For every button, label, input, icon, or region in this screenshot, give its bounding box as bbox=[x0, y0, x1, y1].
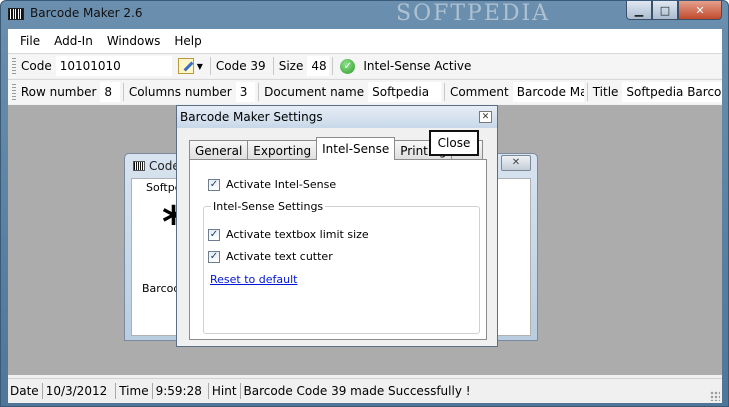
window-controls: ▁ □ ✕ bbox=[626, 1, 722, 20]
tab-general[interactable]: General bbox=[189, 140, 249, 160]
tab-exporting[interactable]: Exporting bbox=[247, 140, 318, 160]
separator bbox=[258, 83, 260, 101]
separator bbox=[151, 383, 153, 399]
menu-file[interactable]: File bbox=[13, 34, 47, 48]
separator bbox=[239, 383, 241, 399]
close-icon: ✕ bbox=[481, 112, 490, 122]
window-title: Barcode Maker 2.6 bbox=[30, 6, 143, 20]
size-label: Size bbox=[278, 59, 304, 73]
resize-grip-icon[interactable] bbox=[710, 391, 720, 401]
separator bbox=[207, 383, 209, 399]
title-input[interactable]: Softpedia Barcode bbox=[622, 82, 723, 102]
size-input[interactable]: 48 bbox=[307, 56, 330, 76]
separator bbox=[41, 383, 43, 399]
close-button[interactable]: Close bbox=[429, 130, 479, 156]
dialog-title-bar[interactable]: Barcode Maker Settings ✕ bbox=[177, 106, 497, 128]
activate-intel-sense-row[interactable]: ✓ Activate Intel-Sense bbox=[208, 178, 336, 191]
dialog-close-x[interactable]: ✕ bbox=[479, 111, 492, 123]
close-icon: ✕ bbox=[695, 3, 705, 17]
minimize-button[interactable]: ▁ bbox=[626, 1, 652, 20]
separator bbox=[272, 57, 274, 75]
separator bbox=[209, 57, 211, 75]
child-close-button[interactable]: ✕ bbox=[501, 155, 531, 171]
check-circle-icon: ✓ bbox=[340, 58, 356, 74]
comment-input[interactable]: Barcode Mak bbox=[512, 82, 584, 102]
minimize-icon: ▁ bbox=[634, 3, 644, 17]
intel-sense-status: Intel-Sense Active bbox=[363, 59, 472, 73]
separator bbox=[115, 383, 117, 399]
status-hint-label: Hint bbox=[211, 384, 237, 398]
chevron-down-icon[interactable]: ▼ bbox=[197, 62, 203, 71]
menu-windows[interactable]: Windows bbox=[100, 34, 168, 48]
toolbar-grip[interactable] bbox=[12, 83, 16, 101]
row-number-label: Row number bbox=[20, 85, 97, 99]
barcode-type[interactable]: Code 39 bbox=[214, 59, 270, 73]
dialog-title: Barcode Maker Settings bbox=[180, 110, 323, 124]
intel-sense-settings-group: Intel-Sense Settings bbox=[203, 200, 480, 334]
code-label: Code bbox=[21, 59, 52, 73]
edit-icon[interactable] bbox=[177, 58, 194, 74]
child-window-title: Code bbox=[133, 159, 180, 173]
barcode-doc-icon bbox=[133, 161, 145, 171]
row-number-input[interactable]: 8 bbox=[100, 82, 120, 102]
text-cutter-label: Activate text cutter bbox=[226, 250, 333, 263]
limit-size-row[interactable]: ✓ Activate textbox limit size bbox=[208, 228, 369, 241]
menu-bar: File Add-In Windows Help bbox=[8, 29, 722, 53]
separator bbox=[332, 57, 334, 75]
activate-intel-sense-checkbox[interactable]: ✓ bbox=[208, 178, 220, 191]
menu-help[interactable]: Help bbox=[167, 34, 208, 48]
document-toolbar: Row number 8 Columns number 3 Document n… bbox=[8, 79, 723, 104]
watermark: SOFTPEDIA bbox=[396, 1, 551, 26]
separator bbox=[444, 83, 445, 101]
code-input[interactable]: 10101010 bbox=[55, 56, 172, 76]
intel-sense-settings-title: Intel-Sense Settings bbox=[211, 200, 326, 213]
limit-size-checkbox[interactable]: ✓ bbox=[208, 228, 220, 241]
text-cutter-checkbox[interactable]: ✓ bbox=[208, 250, 220, 263]
status-bar: Date 10/3/2012 Time 9:59:28 Hint Barcode… bbox=[8, 378, 722, 403]
reset-to-default-link[interactable]: Reset to default bbox=[210, 273, 297, 286]
toolbar-grip[interactable] bbox=[12, 57, 16, 75]
tab-intel-sense[interactable]: Intel-Sense bbox=[316, 137, 396, 160]
maximize-icon: □ bbox=[659, 3, 671, 17]
columns-number-input[interactable]: 3 bbox=[235, 82, 256, 102]
activate-intel-sense-label: Activate Intel-Sense bbox=[226, 178, 337, 191]
title-label: Title bbox=[592, 85, 619, 99]
code-toolbar: Code 10101010 ▼ Code 39 Size 48 ✓ Intel-… bbox=[8, 53, 722, 78]
comment-label: Comment bbox=[449, 85, 509, 99]
barcode-app-icon bbox=[8, 8, 24, 20]
text-cutter-row[interactable]: ✓ Activate text cutter bbox=[208, 250, 333, 263]
title-bar[interactable]: Barcode Maker 2.6 SOFTPEDIA ▁ □ ✕ bbox=[1, 1, 728, 28]
status-date-value: 10/3/2012 bbox=[45, 384, 108, 398]
close-window-button[interactable]: ✕ bbox=[678, 1, 722, 20]
intel-sense-panel: ✓ Activate Intel-Sense Intel-Sense Setti… bbox=[189, 159, 487, 340]
document-name-input[interactable]: Softpedia bbox=[368, 82, 441, 102]
columns-number-label: Columns number bbox=[128, 85, 232, 99]
menu-add-in[interactable]: Add-In bbox=[47, 34, 100, 48]
status-time-label: Time bbox=[119, 384, 149, 398]
close-icon: ✕ bbox=[511, 157, 521, 168]
settings-dialog: Barcode Maker Settings ✕ General Exporti… bbox=[176, 105, 498, 347]
maximize-button[interactable]: □ bbox=[652, 1, 678, 20]
status-date-label: Date bbox=[10, 384, 39, 398]
separator bbox=[586, 83, 588, 101]
document-name-label: Document name bbox=[264, 85, 365, 99]
limit-size-label: Activate textbox limit size bbox=[226, 228, 369, 241]
main-window: Barcode Maker 2.6 SOFTPEDIA ▁ □ ✕ File A… bbox=[0, 0, 729, 407]
status-time-value: 9:59:28 bbox=[155, 384, 202, 398]
separator bbox=[122, 83, 124, 101]
status-hint-value: Barcode Code 39 made Successfully ! bbox=[243, 384, 471, 398]
